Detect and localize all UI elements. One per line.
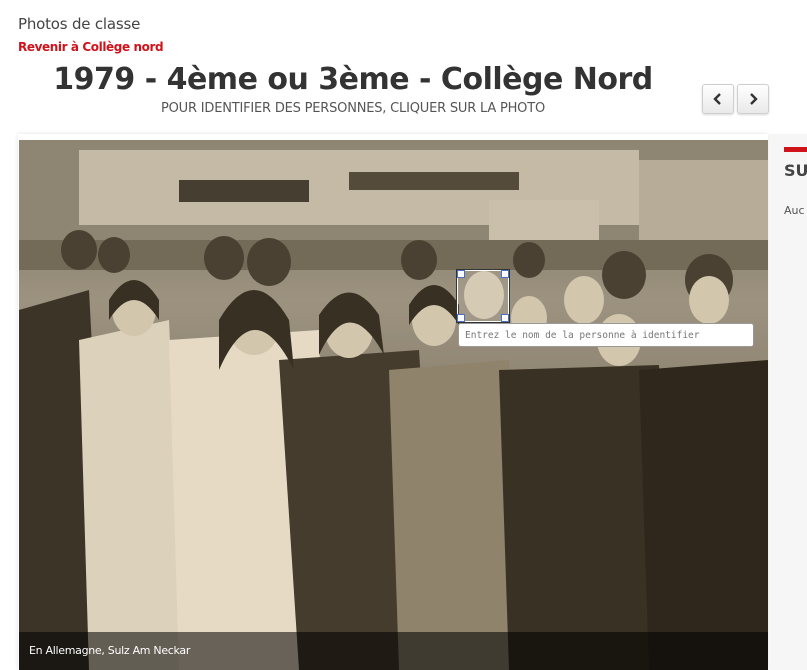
panel-title: SU — [784, 161, 807, 180]
class-photo[interactable]: En Allemagne, Sulz Am Neckar — [19, 140, 768, 670]
panel-accent-bar — [784, 147, 807, 152]
previous-photo-button[interactable] — [702, 84, 734, 114]
identify-instructions: POUR IDENTIFIER DES PERSONNES, CLIQUER S… — [161, 101, 545, 116]
resize-handle-top-left[interactable] — [457, 270, 465, 278]
photo-frame: En Allemagne, Sulz Am Neckar — [18, 134, 768, 670]
person-name-input[interactable] — [458, 323, 754, 347]
photo-title: 1979 - 4ème ou 3ème - Collège Nord — [53, 62, 653, 97]
next-photo-button[interactable] — [737, 84, 769, 114]
chevron-right-icon — [750, 93, 758, 105]
panel-empty-text: Auc — [784, 204, 805, 217]
back-link[interactable]: Revenir à Collège nord — [18, 40, 164, 54]
face-selection-box[interactable] — [456, 269, 510, 323]
photo-caption-bar: En Allemagne, Sulz Am Neckar — [19, 632, 768, 670]
photo-caption: En Allemagne, Sulz Am Neckar — [29, 644, 191, 657]
resize-handle-bottom-left[interactable] — [457, 314, 465, 322]
resize-handle-bottom-right[interactable] — [501, 314, 509, 322]
chevron-left-icon — [713, 93, 721, 105]
resize-handle-top-right[interactable] — [501, 270, 509, 278]
side-panel: SU Auc — [769, 134, 807, 670]
section-title: Photos de classe — [18, 15, 141, 33]
class-photo-image — [19, 140, 768, 670]
